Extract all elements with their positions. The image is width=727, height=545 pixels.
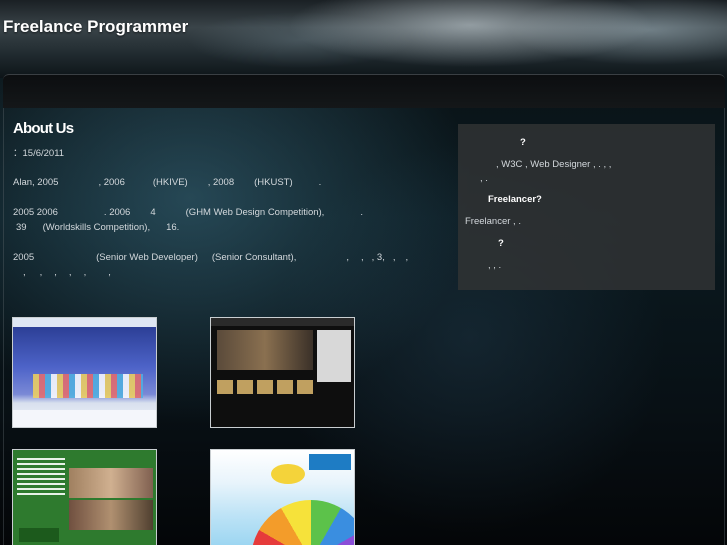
- text-fragment: 2005 2006: [13, 207, 58, 218]
- text-fragment: .: [360, 207, 363, 218]
- text-fragment: 16.: [166, 222, 180, 233]
- text-fragment: ,: [361, 252, 364, 263]
- thumbnail-photo: [69, 468, 153, 498]
- sidebar-heading-2: Freelancer?: [488, 194, 542, 205]
- text-fragment: ,: [346, 252, 349, 263]
- about-paragraph-3: 2005 (Senior Web Developer) (Senior Consul…: [13, 250, 408, 265]
- header-background: [0, 0, 727, 78]
- text-fragment: ,: [23, 267, 26, 278]
- text-fragment: (HKIVE): [152, 177, 188, 188]
- text-fragment: , 2008: [207, 177, 235, 188]
- text-fragment: ,: [108, 267, 111, 278]
- text-fragment: ,: [83, 267, 87, 278]
- text-fragment: , 3,: [371, 252, 385, 263]
- text-fragment: ,: [392, 252, 396, 263]
- sidebar-text-2: , .: [480, 173, 488, 184]
- sidebar-heading-3: ?: [498, 238, 504, 249]
- text-fragment: Alan, 2005: [13, 177, 59, 188]
- thumbnail-logo: [19, 528, 59, 542]
- thumbnail-photo: [69, 500, 153, 530]
- thumbnail-graphic: [33, 374, 143, 398]
- thumbnail-row: [217, 380, 313, 394]
- thumbnail-header: [211, 318, 354, 326]
- portfolio-thumbnail-3[interactable]: [12, 449, 157, 545]
- text-fragment: .: [318, 177, 322, 188]
- text-fragment: (Senior Web Developer): [96, 252, 198, 263]
- text-fragment: ,: [68, 267, 72, 278]
- date-line: ：15/6/2011: [13, 148, 65, 159]
- text-fragment: 2005: [13, 252, 35, 263]
- sidebar-text-3: Freelancer , .: [465, 216, 521, 227]
- text-fragment: (HKUST): [254, 177, 293, 188]
- text-fragment: . 2006: [103, 207, 131, 218]
- thumbnail-header: [13, 318, 156, 327]
- portfolio-thumbnail-1[interactable]: [12, 317, 157, 428]
- site-title[interactable]: Freelance Programmer: [3, 17, 188, 37]
- navigation-bar: [3, 74, 725, 108]
- text-fragment: (Senior Consultant),: [211, 252, 297, 263]
- thumbnail-panel: [317, 330, 351, 382]
- sidebar-text-1: , W3C , Web Designer , . , ,: [496, 159, 612, 170]
- rainbow-graphic: [251, 500, 354, 545]
- about-paragraph-2: 2005 2006 . 2006 4 (GHM Web Design Competit…: [13, 205, 363, 220]
- about-heading: About Us: [13, 120, 74, 137]
- thumbnail-text-block: [17, 458, 65, 498]
- thumbnail-graphic: [271, 464, 305, 484]
- thumbnail-footer: [13, 410, 156, 427]
- text-fragment: 39: [16, 222, 27, 233]
- portfolio-thumbnail-2[interactable]: [210, 317, 355, 428]
- portfolio-thumbnail-4[interactable]: [210, 449, 355, 545]
- text-fragment: , 2006: [98, 177, 125, 188]
- about-paragraph-3b: ,,,,,,: [13, 265, 111, 280]
- about-paragraph-1: Alan, 2005 , 2006 (HKIVE) , 2008 (HKUST).: [13, 175, 321, 190]
- text-fragment: ,: [39, 267, 43, 278]
- sidebar-panel: ? , W3C , Web Designer , . , , , . Freel…: [458, 124, 715, 290]
- text-fragment: (GHM Web Design Competition),: [185, 207, 325, 218]
- text-fragment: (Worldskills Competition),: [42, 222, 151, 233]
- sidebar-text-4: , , .: [488, 260, 502, 271]
- text-fragment: 4: [150, 207, 156, 218]
- thumbnail-graphic: [217, 330, 313, 370]
- thumbnail-logo: [309, 454, 351, 470]
- text-fragment: ,: [54, 267, 57, 278]
- text-fragment: ,: [405, 252, 409, 263]
- sidebar-heading-1: ?: [520, 137, 526, 148]
- about-paragraph-2b: 39 (Worldskills Competition), 16.: [13, 220, 179, 235]
